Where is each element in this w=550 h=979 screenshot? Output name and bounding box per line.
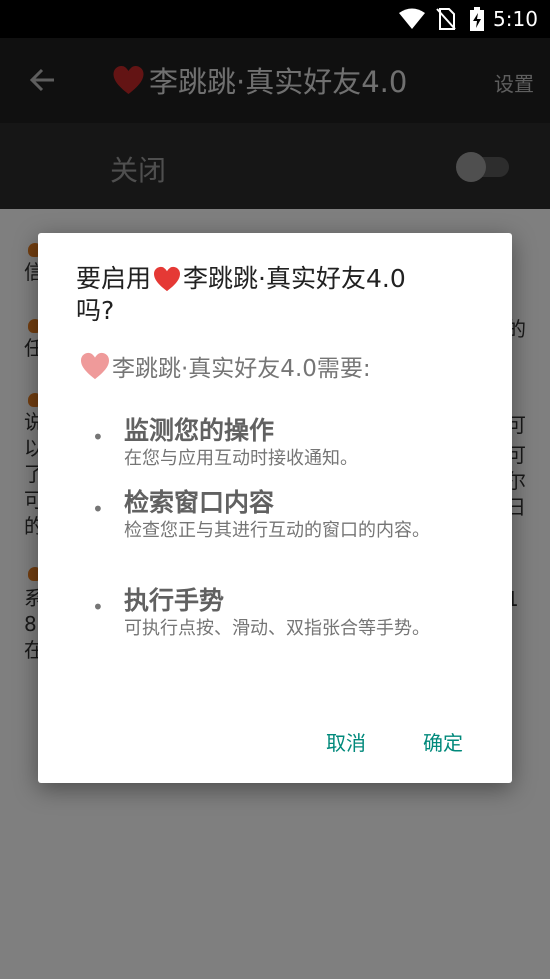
battery-charging-icon bbox=[470, 7, 484, 31]
bullet: • bbox=[92, 425, 104, 449]
permission-desc: 可执行点按、滑动、双指张合等手势。 bbox=[124, 618, 430, 639]
permission-title: 检索窗口内容 bbox=[124, 488, 275, 517]
permission-item: • 检索窗口内容 检查您正与其进行互动的窗口的内容。 bbox=[92, 487, 484, 543]
cancel-button[interactable]: 取消 bbox=[326, 727, 366, 756]
heart-icon bbox=[81, 352, 109, 380]
requires-text: 李跳跳·真实好友4.0需要: bbox=[112, 356, 371, 382]
dialog-title-app: 李跳跳·真实好友4.0 bbox=[183, 264, 406, 293]
bullet: • bbox=[92, 497, 104, 521]
heart-icon bbox=[154, 266, 181, 292]
status-time: 5:10 bbox=[493, 7, 538, 31]
permission-desc: 检查您正与其进行互动的窗口的内容。 bbox=[124, 520, 430, 541]
wifi-icon bbox=[399, 8, 425, 29]
accessibility-permission-dialog: 要启用 李跳跳·真实好友4.0 吗? 李跳跳·真实好友4.0需要: • 监测您的操作… bbox=[38, 233, 512, 783]
no-sim-icon bbox=[436, 8, 456, 30]
status-bar: 5:10 bbox=[0, 0, 550, 38]
permission-item: • 执行手势 可执行点按、滑动、双指张合等手势。 bbox=[92, 585, 484, 641]
requires-heading: 李跳跳·真实好友4.0需要: bbox=[80, 349, 371, 383]
permission-desc: 在您与应用互动时接收通知。 bbox=[124, 448, 358, 469]
dialog-title-suffix: 吗? bbox=[76, 296, 115, 325]
confirm-button[interactable]: 确定 bbox=[423, 727, 463, 756]
dialog-title-prefix: 要启用 bbox=[76, 264, 152, 293]
permission-title: 执行手势 bbox=[124, 586, 225, 615]
bullet: • bbox=[92, 595, 104, 619]
permission-item: • 监测您的操作 在您与应用互动时接收通知。 bbox=[92, 415, 484, 471]
permission-title: 监测您的操作 bbox=[124, 416, 275, 445]
dialog-title: 要启用 李跳跳·真实好友4.0 吗? bbox=[76, 263, 476, 327]
